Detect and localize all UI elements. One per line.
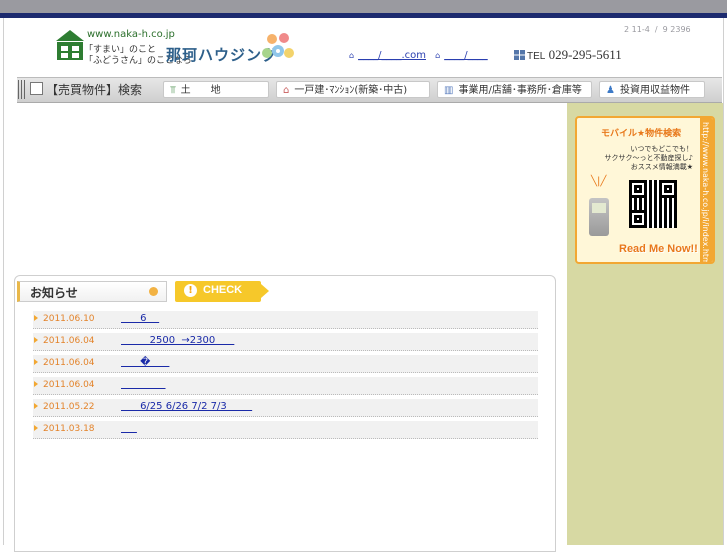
read-me-now-label: Read Me Now!! <box>619 243 698 255</box>
news-link[interactable]: 6 <box>121 313 159 324</box>
news-link[interactable] <box>121 379 166 390</box>
list-icon <box>30 82 43 95</box>
news-header: お知らせ <box>17 281 167 302</box>
arrow-icon <box>34 381 38 387</box>
news-item: 2011.03.18 <box>33 421 538 439</box>
top-navy-line <box>0 13 727 18</box>
check-label: CHECK <box>203 284 243 296</box>
top-gray-bar <box>0 0 727 13</box>
mobile-url-strip: http://www.naka-h.co.jp/i/index.html <box>700 118 713 264</box>
nav-business-label: 事業用/店舗･事務所･倉庫等 <box>458 85 582 96</box>
contact-link-1[interactable]: ____/____.com <box>358 50 426 61</box>
news-title: お知らせ <box>30 286 78 300</box>
news-date: 2011.06.04 <box>43 380 95 390</box>
home-icon: ⌂ <box>349 51 355 60</box>
qr-code-icon <box>629 180 677 228</box>
building-icon <box>514 50 525 60</box>
search-title-label: 【売買物件】検索 <box>46 83 143 97</box>
news-link[interactable] <box>121 423 137 434</box>
news-date: 2011.05.22 <box>43 402 95 412</box>
mobile-phone-icon <box>589 198 609 236</box>
frame-right-border <box>723 18 724 545</box>
signal-icon: ╲|╱ <box>591 176 607 187</box>
house-icon: ⌂ <box>283 85 290 96</box>
nav-investment-button[interactable]: ♟ 投資用収益物件 <box>599 81 705 98</box>
news-item: 2011.06.04 2500 →2300 <box>33 333 538 351</box>
news-item: 2011.05.22 6/25 6/26 7/2 7/3 <box>33 399 538 417</box>
contact-link-2[interactable]: ____/____ <box>444 50 487 61</box>
family-mascot-icon <box>262 33 294 58</box>
news-list: 2011.06.10 6 2011.06.04 2500 →2300 2011.… <box>33 311 538 443</box>
news-date: 2011.06.04 <box>43 358 95 368</box>
property-search-bar: 【売買物件】検索 ⫪ 土 地 ⌂ 一戸建･ﾏﾝｼｮﾝ(新築･中古) ▥ 事業用/店舗･… <box>17 77 722 103</box>
frame-left-border <box>3 18 4 545</box>
mobile-title: モバイル★物件検索 <box>601 129 682 139</box>
nav-house-label: 一戸建･ﾏﾝｼｮﾝ(新築･中古) <box>294 85 408 96</box>
news-item: 2011.06.04 � <box>33 355 538 373</box>
grip-icon <box>18 80 27 99</box>
exclamation-icon: ! <box>184 284 197 297</box>
mobile-search-banner[interactable]: http://www.naka-h.co.jp/i/index.html モバイ… <box>575 116 715 264</box>
building-icon: ▥ <box>444 85 454 96</box>
nav-land-label: 土 地 <box>180 85 221 96</box>
tree-icon: ⫪ <box>170 85 176 96</box>
news-date: 2011.06.04 <box>43 336 95 346</box>
arrow-icon <box>34 403 38 409</box>
tel-number: 029-295-5611 <box>548 47 622 62</box>
arrow-icon <box>34 425 38 431</box>
arrow-icon <box>34 359 38 365</box>
news-link[interactable]: � <box>121 357 169 368</box>
mobile-text-3: おススメ情報満載★ <box>630 163 693 171</box>
house-logo-icon[interactable] <box>55 28 85 61</box>
news-item: 2011.06.04 <box>33 377 538 395</box>
company-address: 2 11-4 / 9 2396 <box>624 25 691 34</box>
nav-investment-label: 投資用収益物件 <box>619 85 690 96</box>
news-link[interactable]: 2500 →2300 <box>121 335 234 346</box>
search-title: 【売買物件】検索 <box>30 81 142 98</box>
nav-house-button[interactable]: ⌂ 一戸建･ﾏﾝｼｮﾝ(新築･中古) <box>276 81 430 98</box>
arrow-icon <box>34 315 38 321</box>
news-date: 2011.03.18 <box>43 424 95 434</box>
person-icon: ♟ <box>606 85 615 96</box>
arrow-icon <box>34 337 38 343</box>
news-link[interactable]: 6/25 6/26 7/2 7/3 <box>121 401 252 412</box>
tel-label: TEL <box>527 51 546 62</box>
mobile-url: http://www.naka-h.co.jp/i/index.html <box>701 122 710 264</box>
news-date: 2011.06.10 <box>43 314 95 324</box>
bullet-icon <box>149 287 158 296</box>
check-button[interactable]: ! CHECK <box>175 281 269 302</box>
news-item: 2011.06.10 6 <box>33 311 538 329</box>
home-icon: ⌂ <box>435 51 441 60</box>
nav-business-button[interactable]: ▥ 事業用/店舗･事務所･倉庫等 <box>437 81 592 98</box>
site-url: www.naka-h.co.jp <box>87 29 175 40</box>
nav-land-button[interactable]: ⫪ 土 地 <box>163 81 269 98</box>
tel-block: TEL 029-295-5611 <box>514 47 622 63</box>
contact-links: ⌂ ____/____.com ⌂ ____/____ <box>349 50 488 61</box>
